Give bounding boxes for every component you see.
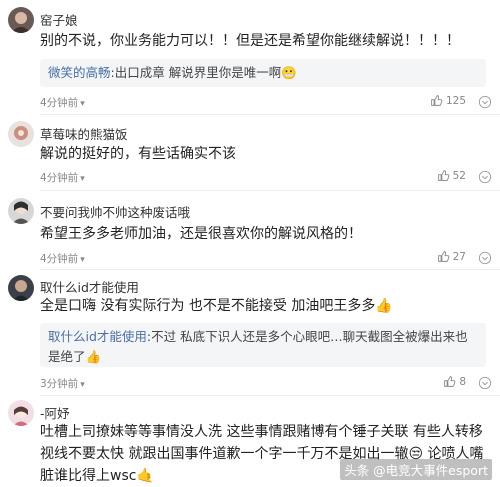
like-button[interactable]: 8 [443,375,466,388]
divider [40,395,500,396]
more-button[interactable] [478,375,492,390]
like-button[interactable]: 125 [430,94,466,107]
avatar[interactable] [8,121,34,147]
chevron-down-icon: ▾ [80,174,85,184]
like-count: 52 [452,169,466,182]
comment-text: 全是口嗨 没有实际行为 也不是不能接受 加油吧王多多👍 [40,298,393,314]
avatar[interactable] [8,7,34,33]
avatar[interactable] [8,198,34,224]
comment-time[interactable]: 3分钟前 ▾ [40,376,85,391]
reply-text: 出口成章 解说界里你是唯一啊😬 [114,65,297,80]
like-button[interactable]: 27 [437,250,466,263]
reply-username[interactable]: 微笑的高畅 [48,65,111,80]
comment-text: 解说的挺好的，有些话确实不该 [40,146,236,162]
comment-time[interactable]: 4分钟前 ▾ [40,95,85,110]
like-count: 125 [445,94,466,107]
thumbs-up-icon [444,376,456,387]
comment-time[interactable]: 4分钟前 ▾ [40,251,85,266]
thumbs-up-icon [437,251,449,262]
more-button[interactable] [478,94,492,109]
comment-username[interactable]: 窑子娘 [40,10,78,29]
reply-preview[interactable]: 取什么id才能使用:不过 私底下识人还是多个心眼吧…聊天截图全被爆出来也是绝了👍 [40,323,486,367]
chevron-down-icon: ▾ [80,255,85,265]
comment-username[interactable]: -阿妤 [40,403,70,422]
divider [40,269,500,270]
divider [40,190,500,191]
circle-more-icon [478,376,492,390]
comment-username[interactable]: 草莓味的熊猫饭 [40,124,128,143]
reply-username[interactable]: 取什么id才能使用 [48,329,147,344]
avatar[interactable] [8,400,34,426]
like-count: 8 [459,375,466,388]
more-button[interactable] [478,169,492,184]
circle-more-icon [478,170,492,184]
reply-preview[interactable]: 微笑的高畅:出口成章 解说界里你是唯一啊😬 [40,59,486,87]
chevron-down-icon: ▾ [80,380,85,390]
thumbs-up-icon [437,170,449,181]
chevron-down-icon: ▾ [80,99,85,109]
circle-more-icon [478,251,492,265]
watermark: 头条 @电竞大事件esport [340,459,492,480]
comment-time[interactable]: 4分钟前 ▾ [40,170,85,185]
comment-text: 希望王多多老师加油，还是很喜欢你的解说风格的！ [40,226,362,242]
avatar[interactable] [8,275,34,301]
comment-username[interactable]: 不要问我帅不帅这种废话哦 [40,202,190,221]
circle-more-icon [478,95,492,109]
more-button[interactable] [478,250,492,265]
divider [40,114,500,115]
like-button[interactable]: 52 [437,169,466,182]
comment-username[interactable]: 取什么id才能使用 [40,277,139,296]
comment-text: 别的不说，你业务能力可以！！但是还是希望你能继续解说！！！！ [40,33,460,49]
like-count: 27 [452,250,466,263]
thumbs-up-icon [431,95,443,106]
